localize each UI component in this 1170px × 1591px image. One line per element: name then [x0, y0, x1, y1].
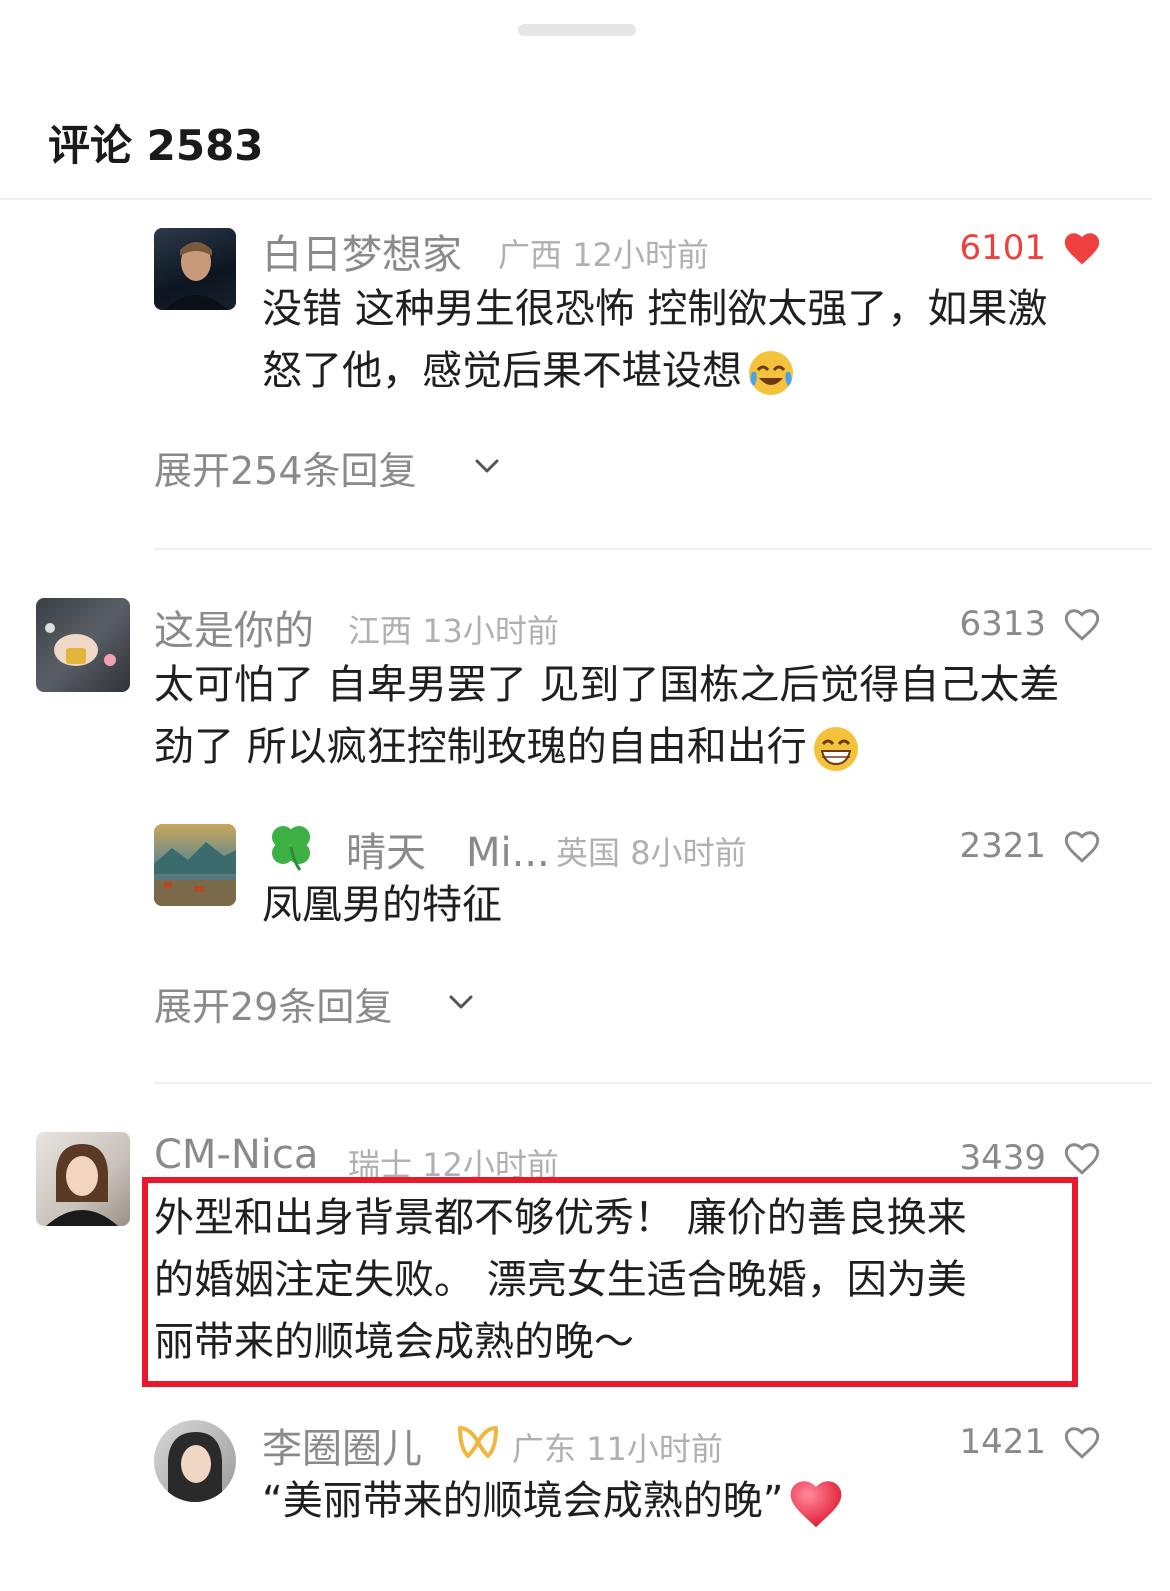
reply-text: 凤凰男的特征: [262, 882, 502, 928]
comment-text-body: 没错 这种男生很恐怖 控制欲太强了，如果激怒了他，感觉后果不堪设想: [262, 286, 1048, 394]
reply-username[interactable]: 李圈圈儿: [262, 1416, 422, 1474]
four-leaf-clover-icon: [272, 826, 310, 871]
comment-divider: [154, 548, 1152, 550]
reply-location: 英国: [556, 834, 621, 872]
comment-divider: [154, 1082, 1152, 1084]
chevron-down-icon: [449, 995, 473, 1009]
like-count: 6313: [959, 604, 1046, 644]
highlight-box: [142, 1177, 1078, 1387]
laughing-crying-emoji: [749, 351, 793, 395]
drag-handle[interactable]: [518, 24, 636, 36]
header-divider: [0, 198, 1152, 200]
reply-meta: 英国 8小时前: [556, 828, 747, 874]
red-heart-emoji: [791, 1481, 842, 1528]
like-count: 2321: [959, 826, 1046, 866]
comment-meta: 江西 13小时前: [348, 606, 559, 652]
comment-location: 广西: [498, 236, 563, 274]
comment-username[interactable]: 这是你的: [154, 598, 314, 656]
comment-text: 没错 这种男生很恐怖 控制欲太强了，如果激怒了他，感觉后果不堪设想: [262, 278, 1082, 402]
reply-time: 11小时前: [586, 1430, 723, 1468]
avatar[interactable]: [154, 228, 236, 310]
reply-text: “美丽带来的顺境会成熟的晚”: [262, 1470, 1062, 1532]
expand-replies-button[interactable]: 展开254条回复: [154, 440, 417, 495]
expand-replies-label: 展开29条回复: [154, 985, 393, 1029]
expand-replies-button[interactable]: 展开29条回复: [154, 976, 392, 1031]
reply-time: 8小时前: [630, 834, 747, 872]
heart-filled-icon[interactable]: [1062, 230, 1102, 266]
reply-meta: 广东 11小时前: [512, 1424, 723, 1470]
avatar[interactable]: [154, 824, 236, 906]
heart-outline-icon[interactable]: [1062, 828, 1102, 864]
heart-outline-icon[interactable]: [1062, 1424, 1102, 1460]
like-count: 1421: [959, 1422, 1046, 1462]
heart-outline-icon[interactable]: [1062, 606, 1102, 642]
grinning-emoji: [813, 727, 858, 771]
heart-outline-icon[interactable]: [1062, 1140, 1102, 1176]
comments-title: 评论 2583: [48, 121, 264, 170]
comment-username[interactable]: CM-Nica: [154, 1132, 318, 1178]
avatar[interactable]: [36, 598, 130, 692]
comment-sheet: 评论 2583 白日梦想家 广西 12小时前 6101 没错 这种男生很恐怖 控…: [0, 0, 1152, 1591]
comment-text-body: 太可怕了 自卑男罢了 见到了国栋之后觉得自己太差劲了 所以疯狂控制玫瑰的自由和出…: [154, 662, 1060, 770]
like-count: 6101: [959, 228, 1046, 268]
comment-time: 12小时前: [572, 236, 709, 274]
reply-text-body: “美丽带来的顺境会成熟的晚”: [262, 1478, 784, 1524]
comment-meta: 广西 12小时前: [498, 230, 709, 276]
avatar[interactable]: [36, 1132, 130, 1226]
expand-replies-label: 展开254条回复: [154, 449, 417, 493]
reply-username[interactable]: 晴天 Mi...: [346, 820, 550, 878]
like-count: 3439: [959, 1138, 1046, 1178]
comment-location: 江西: [348, 612, 413, 650]
comment-text: 太可怕了 自卑男罢了 见到了国栋之后觉得自己太差劲了 所以疯狂控制玫瑰的自由和出…: [154, 654, 1074, 778]
avatar[interactable]: [154, 1420, 236, 1502]
comment-time: 13小时前: [422, 612, 559, 650]
gold-badge-icon: [458, 1426, 498, 1458]
reply-location: 广东: [512, 1430, 577, 1468]
comment-username[interactable]: 白日梦想家: [262, 222, 462, 280]
chevron-down-icon: [475, 459, 499, 473]
